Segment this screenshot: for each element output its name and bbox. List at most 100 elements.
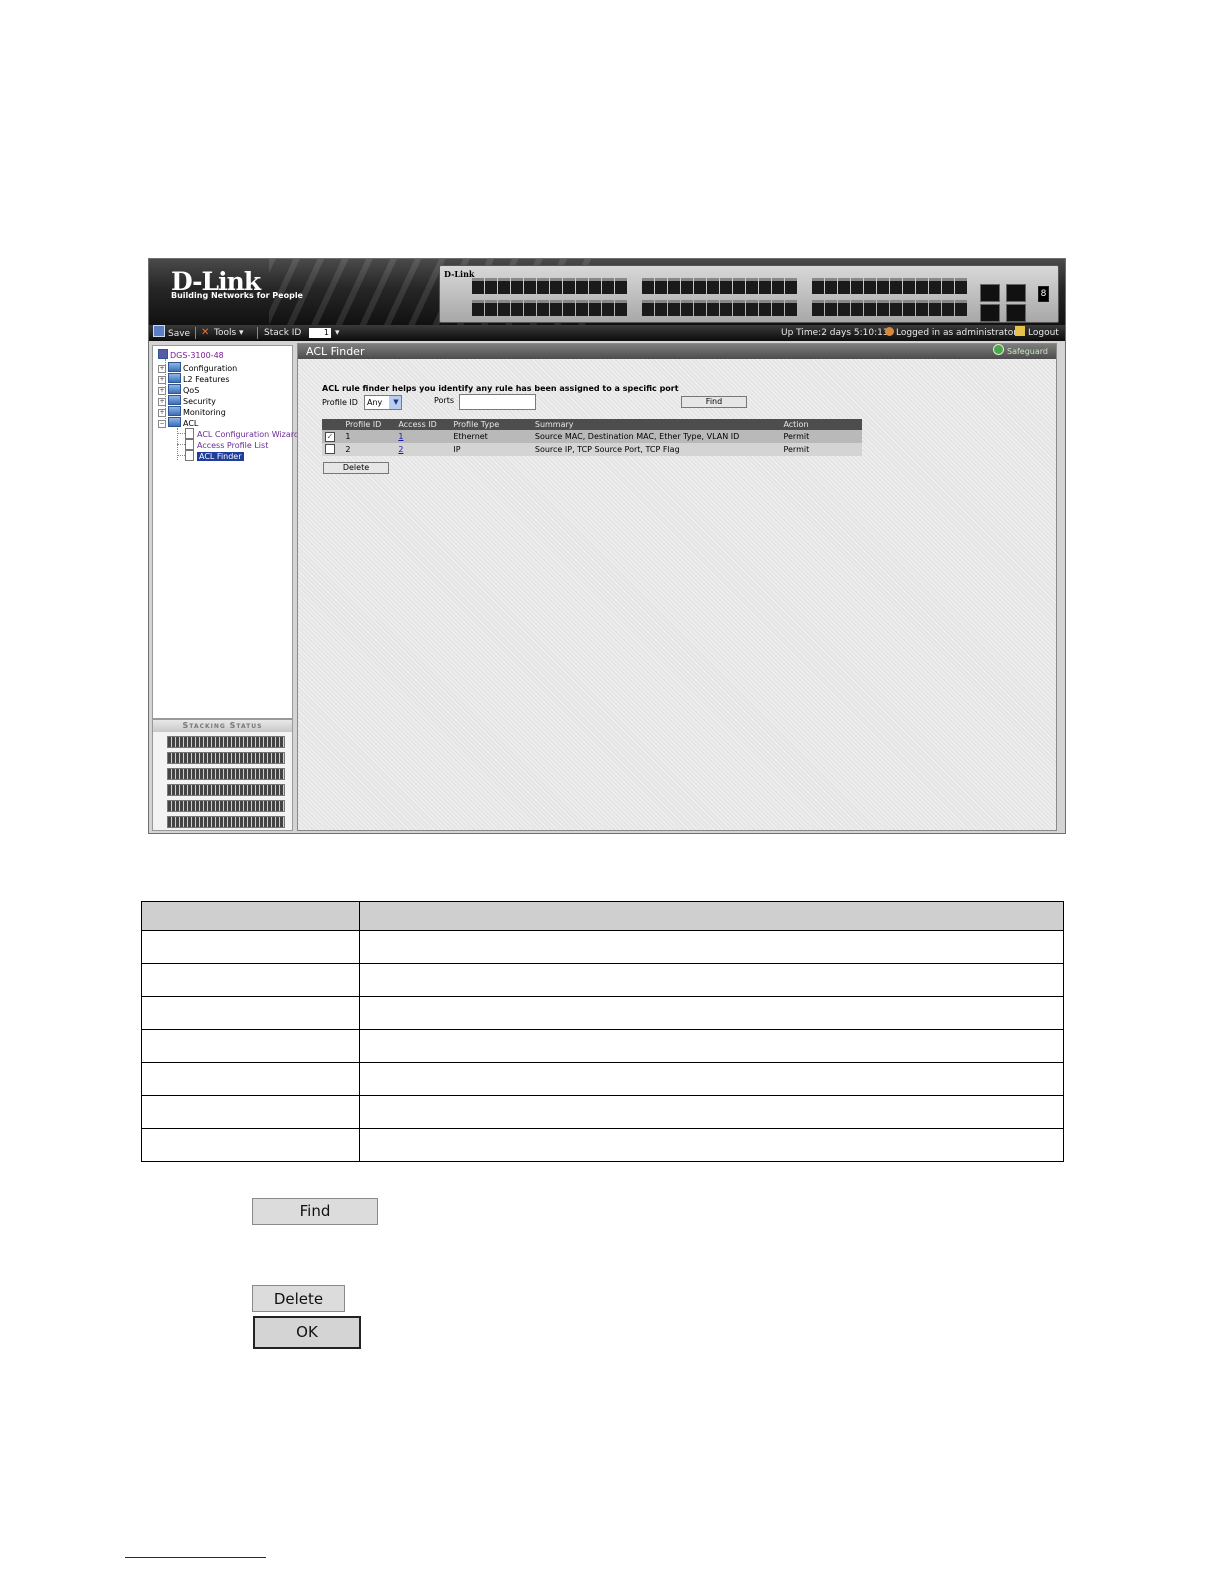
ethernet-port[interactable] bbox=[589, 300, 601, 316]
ethernet-port[interactable] bbox=[864, 278, 876, 294]
ethernet-port[interactable] bbox=[851, 278, 863, 294]
tree-item-access-profile-list[interactable]: Access Profile List bbox=[185, 439, 268, 450]
ethernet-port[interactable] bbox=[576, 278, 588, 294]
ethernet-port[interactable] bbox=[524, 300, 536, 316]
sfp-port[interactable] bbox=[980, 304, 1000, 322]
stack-id-select[interactable]: 1 bbox=[309, 328, 331, 338]
ethernet-port[interactable] bbox=[511, 278, 523, 294]
ethernet-port[interactable] bbox=[942, 300, 954, 316]
access-id-link[interactable]: 1 bbox=[398, 432, 403, 441]
delete-button[interactable]: Delete bbox=[323, 462, 389, 474]
expand-icon[interactable]: + bbox=[158, 409, 166, 417]
ethernet-port[interactable] bbox=[563, 300, 575, 316]
ethernet-port[interactable] bbox=[642, 278, 654, 294]
ethernet-port[interactable] bbox=[668, 278, 680, 294]
row-checkbox[interactable] bbox=[325, 443, 335, 454]
expand-icon[interactable]: + bbox=[158, 376, 166, 384]
ethernet-port[interactable] bbox=[746, 278, 758, 294]
chevron-down-icon[interactable]: ▾ bbox=[335, 325, 340, 341]
ethernet-port[interactable] bbox=[733, 300, 745, 316]
ethernet-port[interactable] bbox=[851, 300, 863, 316]
ethernet-port[interactable] bbox=[720, 300, 732, 316]
chevron-down-icon[interactable]: ▼ bbox=[389, 396, 401, 409]
ethernet-port[interactable] bbox=[602, 278, 614, 294]
tree-item-l2-features[interactable]: + L2 Features bbox=[158, 373, 230, 384]
ethernet-port[interactable] bbox=[550, 300, 562, 316]
ethernet-port[interactable] bbox=[838, 300, 850, 316]
ethernet-port[interactable] bbox=[563, 278, 575, 294]
ethernet-port[interactable] bbox=[772, 278, 784, 294]
tree-item-acl[interactable]: − ACL bbox=[158, 417, 198, 428]
ethernet-port[interactable] bbox=[589, 278, 601, 294]
ethernet-port[interactable] bbox=[929, 300, 941, 316]
switch-front-panel[interactable]: D-Link 8 bbox=[439, 265, 1059, 323]
ethernet-port[interactable] bbox=[942, 278, 954, 294]
stack-unit[interactable] bbox=[167, 768, 285, 780]
ethernet-port[interactable] bbox=[524, 278, 536, 294]
ethernet-port[interactable] bbox=[890, 278, 902, 294]
stack-unit[interactable] bbox=[167, 752, 285, 764]
sfp-port[interactable] bbox=[1006, 304, 1026, 322]
ethernet-port[interactable] bbox=[655, 278, 667, 294]
ethernet-port[interactable] bbox=[785, 300, 797, 316]
ethernet-port[interactable] bbox=[681, 278, 693, 294]
expand-icon[interactable]: + bbox=[158, 365, 166, 373]
ethernet-port[interactable] bbox=[498, 300, 510, 316]
ethernet-port[interactable] bbox=[759, 278, 771, 294]
expand-icon[interactable]: + bbox=[158, 398, 166, 406]
ethernet-port[interactable] bbox=[576, 300, 588, 316]
tree-root[interactable]: DGS-3100-48 bbox=[158, 349, 224, 360]
ethernet-port[interactable] bbox=[916, 300, 928, 316]
ethernet-port[interactable] bbox=[655, 300, 667, 316]
tree-item-monitoring[interactable]: + Monitoring bbox=[158, 406, 226, 417]
ethernet-port[interactable] bbox=[929, 278, 941, 294]
stack-unit[interactable] bbox=[167, 736, 285, 748]
stack-unit[interactable] bbox=[167, 784, 285, 796]
tree-item-security[interactable]: + Security bbox=[158, 395, 216, 406]
ethernet-port[interactable] bbox=[864, 300, 876, 316]
ethernet-port[interactable] bbox=[550, 278, 562, 294]
ethernet-port[interactable] bbox=[890, 300, 902, 316]
ethernet-port[interactable] bbox=[746, 300, 758, 316]
ethernet-port[interactable] bbox=[838, 278, 850, 294]
tree-item-configuration[interactable]: + Configuration bbox=[158, 362, 237, 373]
ethernet-port[interactable] bbox=[694, 278, 706, 294]
ethernet-port[interactable] bbox=[694, 300, 706, 316]
profile-id-select[interactable]: Any ▼ bbox=[364, 395, 402, 410]
stack-unit[interactable] bbox=[167, 816, 285, 828]
ethernet-port[interactable] bbox=[707, 278, 719, 294]
ethernet-port[interactable] bbox=[812, 300, 824, 316]
ok-button-sample[interactable]: OK bbox=[253, 1316, 361, 1349]
find-button-sample[interactable]: Find bbox=[252, 1198, 378, 1225]
expand-icon[interactable]: + bbox=[158, 387, 166, 395]
ethernet-port[interactable] bbox=[825, 300, 837, 316]
ethernet-port[interactable] bbox=[720, 278, 732, 294]
ethernet-port[interactable] bbox=[642, 300, 654, 316]
ethernet-port[interactable] bbox=[668, 300, 680, 316]
ethernet-port[interactable] bbox=[785, 278, 797, 294]
save-button[interactable]: Save bbox=[153, 325, 190, 342]
ethernet-port[interactable] bbox=[825, 278, 837, 294]
ethernet-port[interactable] bbox=[916, 278, 928, 294]
collapse-icon[interactable]: − bbox=[158, 420, 166, 428]
ethernet-port[interactable] bbox=[955, 278, 967, 294]
row-checkbox-checked[interactable]: ✓ bbox=[325, 431, 335, 442]
ethernet-port[interactable] bbox=[472, 300, 484, 316]
ethernet-port[interactable] bbox=[955, 300, 967, 316]
ethernet-port[interactable] bbox=[877, 278, 889, 294]
logout-button[interactable]: Logout bbox=[1015, 325, 1059, 341]
ethernet-port[interactable] bbox=[615, 278, 627, 294]
ethernet-port[interactable] bbox=[707, 300, 719, 316]
delete-button-sample[interactable]: Delete bbox=[252, 1285, 345, 1312]
tree-item-qos[interactable]: + QoS bbox=[158, 384, 199, 395]
ethernet-port[interactable] bbox=[485, 300, 497, 316]
ethernet-port[interactable] bbox=[485, 278, 497, 294]
ethernet-port[interactable] bbox=[472, 278, 484, 294]
stack-unit[interactable] bbox=[167, 800, 285, 812]
ethernet-port[interactable] bbox=[511, 300, 523, 316]
ethernet-port[interactable] bbox=[733, 278, 745, 294]
ethernet-port[interactable] bbox=[877, 300, 889, 316]
ethernet-port[interactable] bbox=[903, 278, 915, 294]
ethernet-port[interactable] bbox=[537, 278, 549, 294]
tree-item-acl-configuration-wizard[interactable]: ACL Configuration Wizard bbox=[185, 428, 299, 439]
